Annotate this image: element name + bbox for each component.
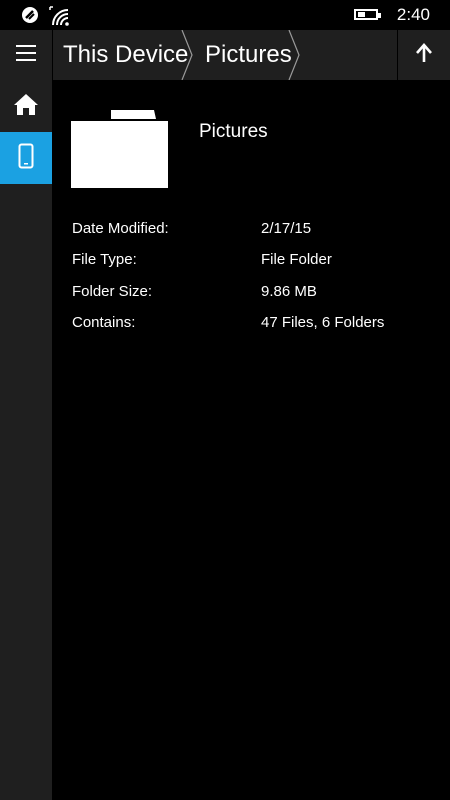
- breadcrumb-chevron-icon: [287, 29, 301, 85]
- phone-device-icon: [18, 143, 34, 174]
- breadcrumb-item-pictures[interactable]: Pictures: [205, 30, 292, 80]
- breadcrumb-item-this-device[interactable]: This Device: [63, 30, 188, 80]
- property-label: Date Modified:: [72, 220, 169, 237]
- menu-button[interactable]: [0, 30, 52, 80]
- up-button[interactable]: [398, 30, 450, 80]
- breadcrumb-chevron-icon: [180, 29, 194, 85]
- wifi-icon: [48, 5, 70, 32]
- status-time: 2:40: [396, 5, 430, 24]
- toolbar-divider: [52, 30, 53, 80]
- property-value: 9.86 MB: [261, 283, 317, 300]
- vibrate-icon: [20, 5, 40, 30]
- property-value: 47 Files, 6 Folders: [261, 314, 385, 331]
- property-label: Folder Size:: [72, 283, 153, 300]
- folder-name: Pictures: [199, 121, 268, 142]
- sidebar: [0, 80, 52, 800]
- home-icon: [13, 92, 39, 121]
- status-bar: 2:40: [0, 0, 450, 30]
- sidebar-item-home[interactable]: [0, 80, 52, 132]
- property-label: File Type:: [72, 251, 137, 268]
- property-value: File Folder: [261, 251, 332, 268]
- property-value: 2/17/15: [261, 220, 312, 237]
- property-label: Contains:: [72, 314, 136, 331]
- sidebar-item-this-device[interactable]: [0, 132, 52, 184]
- hamburger-icon: [16, 44, 36, 67]
- folder-icon: [71, 107, 169, 193]
- folder-details: Pictures Date Modified: 2/17/15 File Typ…: [52, 80, 450, 800]
- up-arrow-icon: [415, 42, 433, 68]
- battery-icon: [354, 9, 381, 20]
- top-bar: This Device Pictures: [0, 29, 450, 81]
